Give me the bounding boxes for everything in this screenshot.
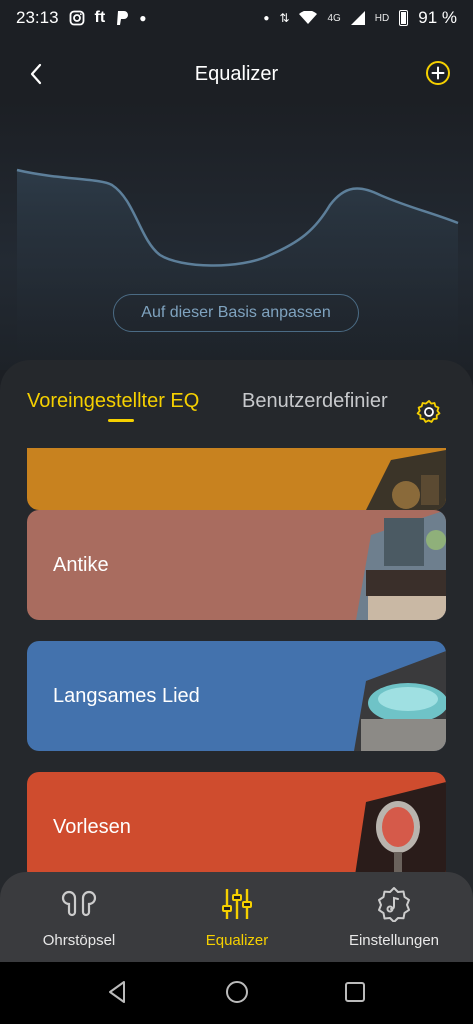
app-header: Equalizer [0,52,473,96]
plus-circle-icon [426,61,450,85]
chevron-left-icon [30,63,42,85]
sliders-icon [222,889,252,919]
notification-dot-icon: ● [139,11,147,25]
preset-art-image [354,651,446,751]
earbuds-icon [61,890,97,917]
preset-card-label: Langsames Lied [53,684,200,707]
page-title: Equalizer [194,62,279,85]
settings-icon [378,887,410,922]
preset-panel: Voreingestellter EQ Benutzerdefinier Ant… [0,360,473,920]
recents-square-icon[interactable] [341,978,369,1006]
preset-art-image [356,510,446,620]
status-time: 23:13 [16,8,59,27]
nav-earbuds[interactable]: Ohrstöpsel [0,872,158,962]
eq-tabs: Voreingestellter EQ Benutzerdefinier [0,360,473,450]
nav-label: Equalizer [205,932,269,949]
preset-art-image [366,450,446,510]
dot-icon: ● [263,12,270,24]
paypal-icon [117,11,129,25]
preset-card-antike[interactable]: Antike [27,510,446,620]
preset-card-label: Vorlesen [53,815,131,838]
back-button[interactable] [22,60,50,88]
status-left: 23:13 ft ● [16,8,146,28]
add-preset-button[interactable] [425,60,451,86]
bottom-navigation: Ohrstöpsel Equalizer Einstellungen [0,872,473,962]
ft-icon: ft [94,9,106,26]
network-type: 4G [327,12,341,24]
preset-card[interactable] [27,448,446,510]
tab-custom[interactable]: Benutzerdefinier [242,390,388,413]
signal-icon [350,11,365,25]
status-bar: 23:13 ft ● ● ⇅ 4G HD 91 % [0,0,473,36]
eq-settings-button[interactable] [416,399,442,425]
gear-icon [416,400,441,423]
nav-equalizer[interactable]: Equalizer [158,872,316,962]
nav-label: Einstellungen [348,932,440,949]
adjust-from-basis-button[interactable]: Auf dieser Basis anpassen [113,294,359,332]
wifi-icon [299,11,318,24]
preset-list[interactable]: Antike Langsames Lied Vorlesen [0,448,473,920]
preset-card-langsames-lied[interactable]: Langsames Lied [27,641,446,751]
instagram-icon [69,10,84,26]
home-circle-icon[interactable] [223,978,251,1006]
preset-card-label: Antike [53,553,109,576]
system-navigation-bar [0,962,473,1024]
active-tab-indicator [108,419,134,422]
nav-settings[interactable]: Einstellungen [315,872,473,962]
tab-preset-eq[interactable]: Voreingestellter EQ [27,390,199,413]
back-triangle-icon[interactable] [104,978,132,1006]
data-arrows-icon: ⇅ [279,11,290,25]
status-right: ● ⇅ 4G HD 91 % [263,8,457,28]
nav-label: Ohrstöpsel [42,932,116,949]
hd-label: HD [374,12,390,24]
battery-icon [399,10,409,26]
battery-level: 91 % [418,8,457,27]
preset-card-vorlesen[interactable]: Vorlesen [27,772,446,882]
preset-art-image [354,782,446,882]
